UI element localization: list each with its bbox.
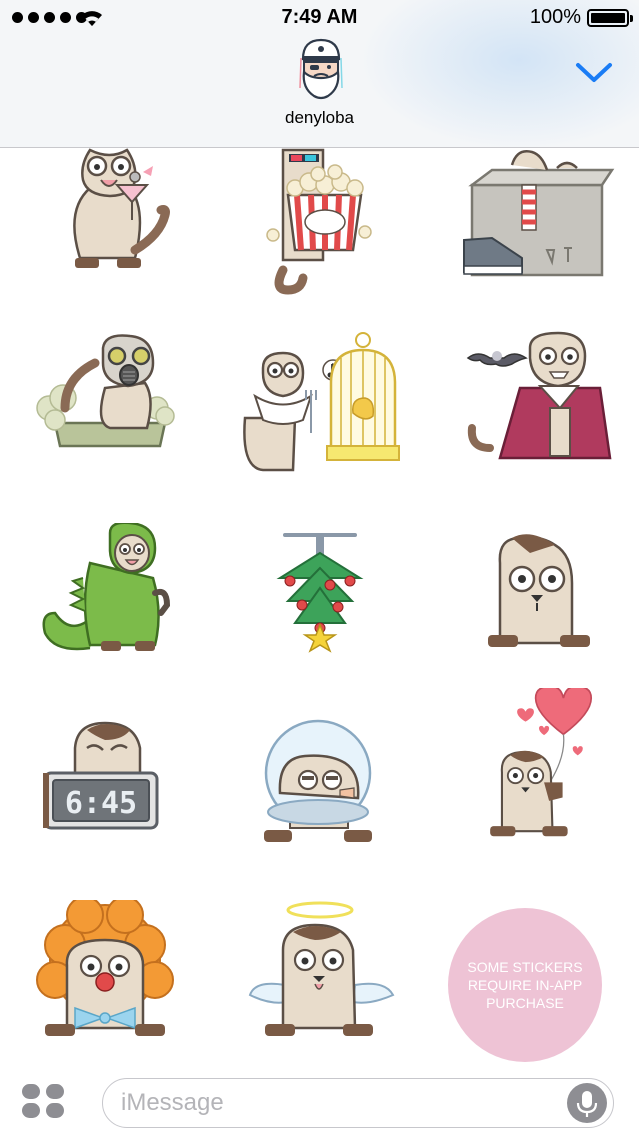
cat-with-cocktail-sticker[interactable] — [35, 148, 205, 300]
imessage-input[interactable] — [121, 1087, 541, 1119]
peeking-cat-sticker[interactable] — [460, 523, 630, 683]
chevron-down-icon[interactable] — [575, 60, 613, 86]
cat-with-birdcage-sticker[interactable] — [233, 328, 403, 488]
app-drawer-icon[interactable] — [22, 1084, 66, 1124]
cat-in-box-sticker[interactable] — [452, 148, 622, 300]
battery-icon — [587, 9, 633, 27]
dinosaur-costume-cat-sticker[interactable] — [35, 521, 205, 683]
alarm-clock-time: 6:45 — [65, 786, 137, 821]
sticker-grid: 6:45 SOME STICKERS REQUIRE IN-APP PURCHA… — [0, 148, 639, 1070]
battery-level-fill — [591, 13, 625, 23]
christmas-tree-sticker[interactable] — [250, 523, 420, 683]
contact-name[interactable]: denyloba — [0, 108, 639, 128]
bearded-sailor-avatar-icon[interactable] — [292, 36, 350, 102]
cat-with-popcorn-sticker[interactable] — [233, 148, 403, 300]
space-helmet-cat-sticker[interactable] — [250, 718, 420, 878]
message-field[interactable] — [102, 1078, 614, 1128]
alarm-clock-cat-sticker[interactable]: 6:45 — [35, 718, 205, 878]
vampire-cat-sticker[interactable] — [460, 328, 630, 488]
angel-cat-sticker[interactable] — [245, 900, 415, 1060]
in-app-purchase-badge[interactable]: SOME STICKERS REQUIRE IN-APP PURCHASE — [448, 908, 602, 1062]
microphone-icon — [576, 1091, 598, 1117]
conversation-header: 7:49 AM 100% denyloba — [0, 0, 639, 148]
battery-percentage: 100% — [529, 6, 581, 28]
microphone-button[interactable] — [567, 1083, 607, 1123]
message-composer-bar — [0, 1070, 639, 1136]
clown-cat-sticker[interactable] — [35, 896, 205, 1060]
cat-gas-mask-litter-sticker[interactable] — [35, 328, 205, 488]
imessage-sticker-screen: 7:49 AM 100% denyloba 6:45 SOME STICKERS… — [0, 0, 639, 1136]
heart-balloon-cat-sticker[interactable] — [470, 685, 639, 848]
in-app-purchase-text: SOME STICKERS REQUIRE IN-APP PURCHASE — [467, 959, 583, 1011]
status-bar: 7:49 AM 100% — [0, 0, 639, 36]
